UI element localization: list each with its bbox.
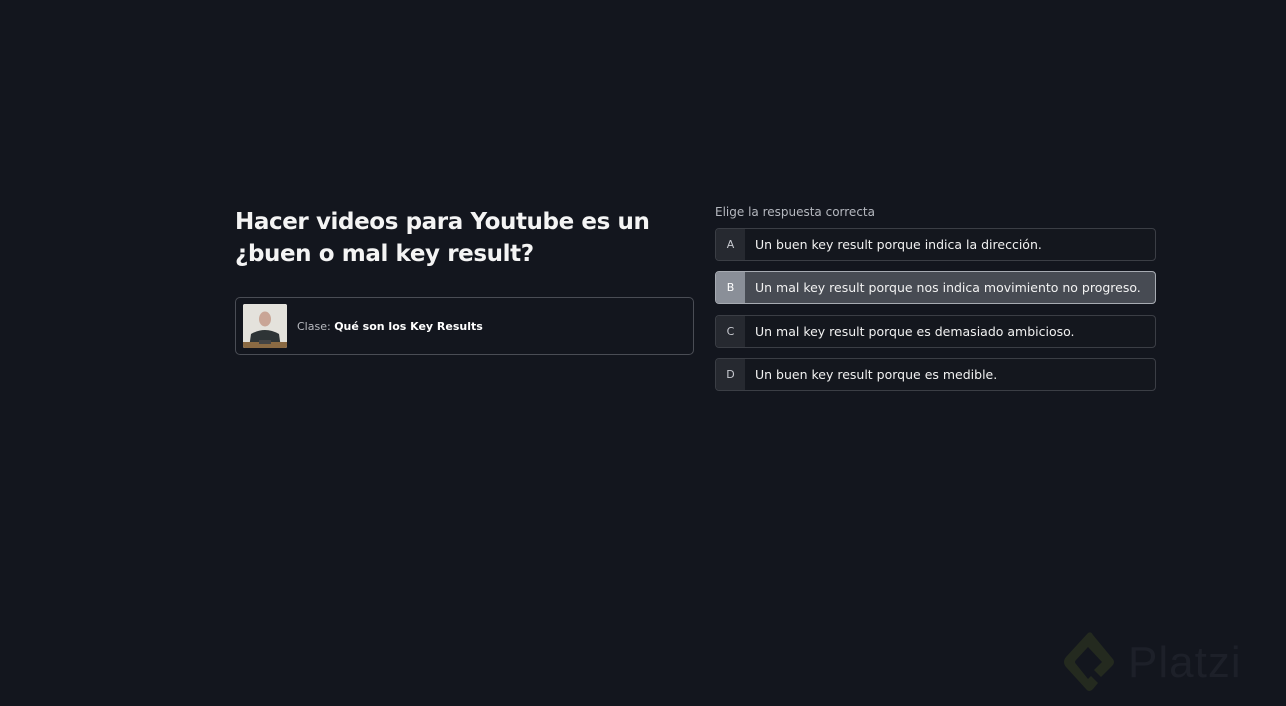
class-name-link[interactable]: Qué son los Key Results — [334, 320, 483, 333]
answer-option-b[interactable]: B Un mal key result porque nos indica mo… — [715, 271, 1156, 304]
option-text: Un buen key result porque es medible. — [755, 367, 998, 382]
option-letter: A — [716, 229, 745, 260]
class-thumbnail — [243, 304, 287, 348]
option-letter: C — [716, 316, 745, 347]
platzi-logo-text: Platzi — [1128, 638, 1242, 687]
answer-option-d[interactable]: D Un buen key result porque es medible. — [715, 358, 1156, 391]
answer-option-a[interactable]: A Un buen key result porque indica la di… — [715, 228, 1156, 261]
option-letter: B — [716, 272, 745, 303]
platzi-logo-icon — [1064, 632, 1114, 691]
class-label: Clase: — [297, 319, 331, 333]
platzi-logo: Platzi — [1058, 627, 1242, 699]
option-letter: D — [716, 359, 745, 390]
option-text: Un mal key result porque es demasiado am… — [755, 324, 1075, 339]
class-link-card[interactable]: Clase: Qué son los Key Results — [235, 297, 694, 355]
question-title: Hacer videos para Youtube es un ¿buen o … — [235, 209, 650, 267]
option-text: Un buen key result porque indica la dire… — [755, 237, 1042, 252]
answer-option-c[interactable]: C Un mal key result porque es demasiado … — [715, 315, 1156, 348]
answer-prompt: Elige la respuesta correcta — [715, 205, 875, 219]
option-text: Un mal key result porque nos indica movi… — [755, 280, 1141, 295]
